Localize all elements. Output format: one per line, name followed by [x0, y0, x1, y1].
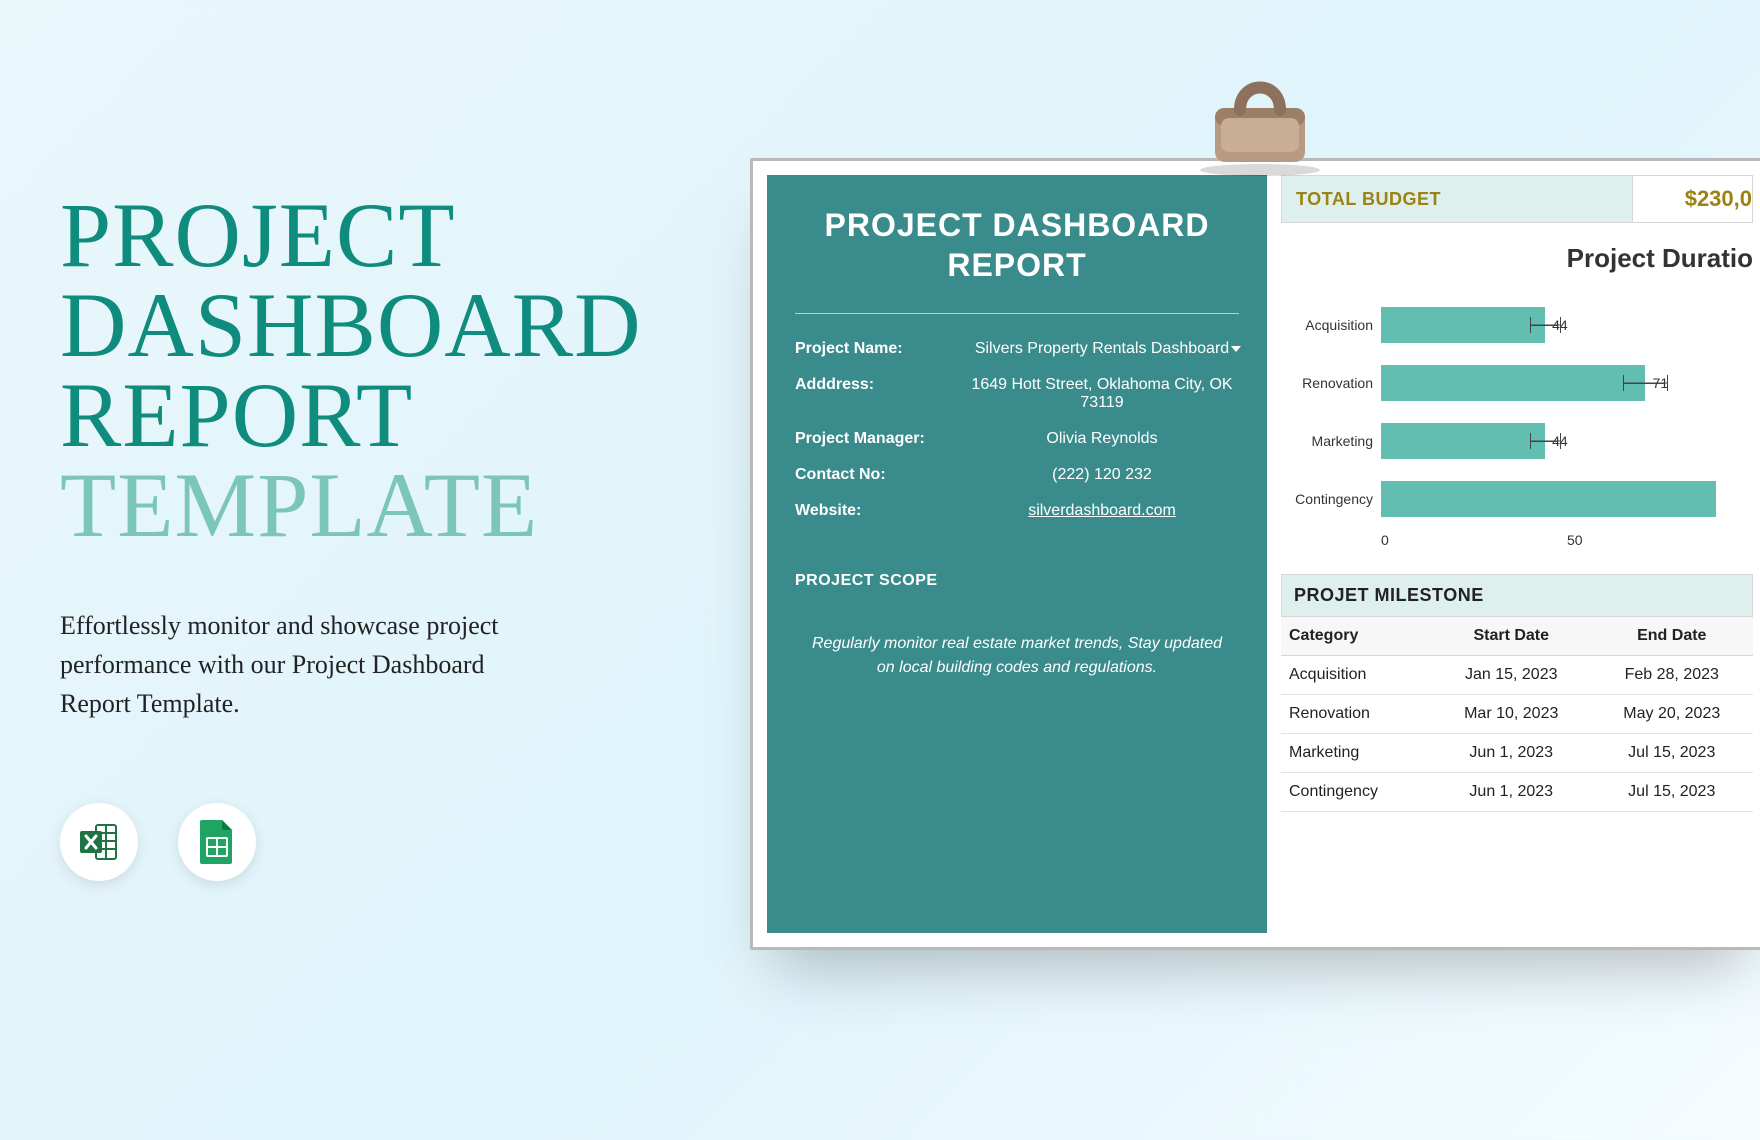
scope-heading: PROJECT SCOPE	[795, 572, 1239, 590]
label-address: Adddress:	[795, 376, 965, 412]
table-cell: Marketing	[1281, 734, 1432, 773]
bar-label: Renovation	[1281, 375, 1381, 391]
chart-title: Project Duratio	[1281, 243, 1753, 274]
duration-chart: Project Duratio Acquisition44 Renovation7…	[1281, 243, 1753, 548]
row-website: Website: silverdashboard.com	[795, 502, 1239, 520]
label-project-name: Project Name:	[795, 340, 965, 358]
milestone-table: Category Start Date End Date Acquisition…	[1281, 617, 1753, 812]
value-contact: (222) 120 232	[965, 466, 1239, 484]
table-cell: Acquisition	[1281, 656, 1432, 695]
format-icons	[60, 803, 720, 881]
page-subtitle: Effortlessly monitor and showcase projec…	[60, 606, 530, 723]
title-line-2: DASHBOARD	[60, 274, 642, 376]
table-cell: Jan 15, 2023	[1432, 656, 1591, 695]
budget-value: $230,0	[1633, 175, 1753, 223]
title-line-4: TEMPLATE	[60, 454, 538, 556]
chart-bar-row: Marketing44	[1281, 416, 1753, 466]
milestone-section: PROJET MILESTONE Category Start Date End…	[1281, 574, 1753, 812]
dashboard-preview: PROJECT DASHBOARD REPORT Project Name: S…	[750, 70, 1760, 950]
row-pm: Project Manager: Olivia Reynolds	[795, 430, 1239, 448]
value-pm: Olivia Reynolds	[965, 430, 1239, 448]
table-cell: Mar 10, 2023	[1432, 695, 1591, 734]
col-start: Start Date	[1432, 617, 1591, 656]
value-address: 1649 Hott Street, Oklahoma City, OK 7311…	[965, 376, 1239, 412]
dashboard-right: TOTAL BUDGET $230,0 Project Duratio Acqu…	[1281, 175, 1753, 933]
table-cell: Renovation	[1281, 695, 1432, 734]
row-address: Adddress: 1649 Hott Street, Oklahoma Cit…	[795, 376, 1239, 412]
table-row: ContingencyJun 1, 2023Jul 15, 2023	[1281, 773, 1753, 812]
chart-bar-row: Acquisition44	[1281, 300, 1753, 350]
binder-clip-icon	[1185, 62, 1335, 183]
title-line-3: REPORT	[60, 364, 413, 466]
table-cell: Jun 1, 2023	[1432, 734, 1591, 773]
table-row: MarketingJun 1, 2023Jul 15, 2023	[1281, 734, 1753, 773]
table-row: RenovationMar 10, 2023May 20, 2023	[1281, 695, 1753, 734]
row-contact: Contact No: (222) 120 232	[795, 466, 1239, 484]
table-cell: Jul 15, 2023	[1591, 734, 1753, 773]
table-cell: Jul 15, 2023	[1591, 773, 1753, 812]
excel-icon[interactable]	[60, 803, 138, 881]
value-website[interactable]: silverdashboard.com	[965, 502, 1239, 520]
chart-axis: 050	[1381, 532, 1753, 548]
table-cell: Jun 1, 2023	[1432, 773, 1591, 812]
label-website: Website:	[795, 502, 965, 520]
row-project-name: Project Name: Silvers Property Rentals D…	[795, 340, 1239, 358]
axis-tick: 0	[1381, 532, 1567, 548]
dashboard-board: PROJECT DASHBOARD REPORT Project Name: S…	[750, 158, 1760, 950]
table-row: AcquisitionJan 15, 2023Feb 28, 2023	[1281, 656, 1753, 695]
page-title: PROJECT DASHBOARD REPORT TEMPLATE	[60, 190, 720, 551]
label-contact: Contact No:	[795, 466, 965, 484]
axis-tick: 50	[1567, 532, 1753, 548]
chart-bar-row: Contingency	[1281, 474, 1753, 524]
hero-copy: PROJECT DASHBOARD REPORT TEMPLATE Effort…	[60, 190, 720, 881]
table-cell: Contingency	[1281, 773, 1432, 812]
total-budget: TOTAL BUDGET $230,0	[1281, 175, 1753, 223]
label-pm: Project Manager:	[795, 430, 965, 448]
bar-label: Marketing	[1281, 433, 1381, 449]
title-line-1: PROJECT	[60, 184, 456, 286]
value-project-name[interactable]: Silvers Property Rentals Dashboard	[965, 340, 1239, 358]
col-category: Category	[1281, 617, 1432, 656]
panel-title: PROJECT DASHBOARD REPORT	[795, 205, 1239, 285]
bar-label: Acquisition	[1281, 317, 1381, 333]
google-sheets-icon[interactable]	[178, 803, 256, 881]
col-end: End Date	[1591, 617, 1753, 656]
table-cell: May 20, 2023	[1591, 695, 1753, 734]
milestone-header: PROJET MILESTONE	[1281, 574, 1753, 617]
table-cell: Feb 28, 2023	[1591, 656, 1753, 695]
chart-bar-row: Renovation71	[1281, 358, 1753, 408]
chart-bars: Acquisition44 Renovation71 Marketing44 Cont…	[1281, 300, 1753, 524]
bar-label: Contingency	[1281, 491, 1381, 507]
scope-text: Regularly monitor real estate market tre…	[795, 632, 1239, 680]
project-info-panel: PROJECT DASHBOARD REPORT Project Name: S…	[767, 175, 1267, 933]
